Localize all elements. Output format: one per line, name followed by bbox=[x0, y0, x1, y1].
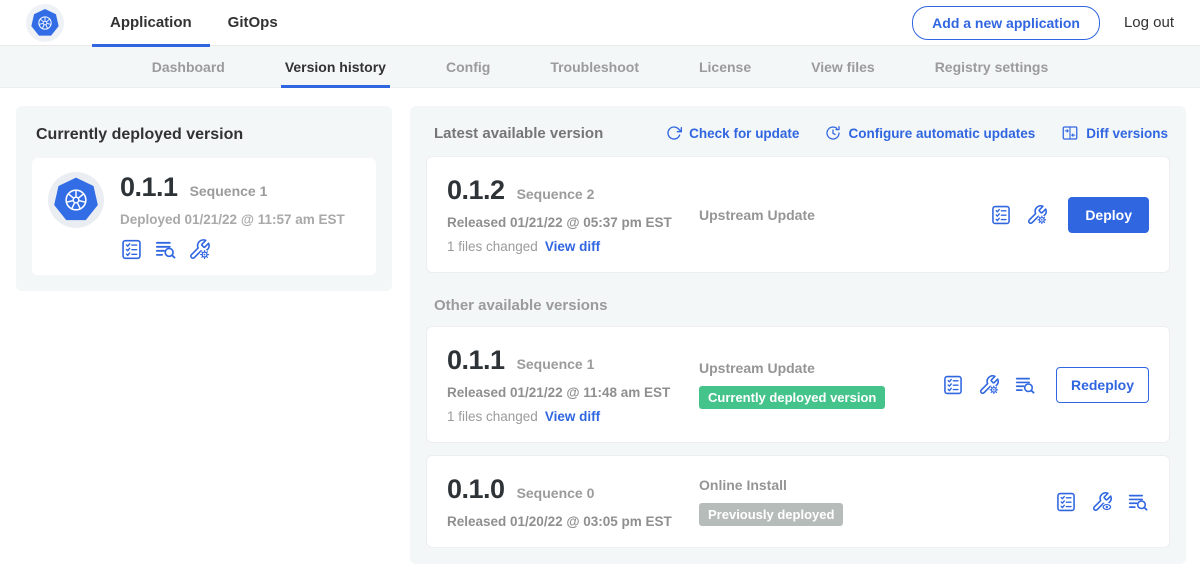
deployed-version-card: 0.1.1 Sequence 1 Deployed 01/21/22 @ 11:… bbox=[32, 158, 376, 275]
deploy-logs-icon[interactable] bbox=[1127, 491, 1149, 513]
kubernetes-logo bbox=[26, 4, 64, 42]
sequence-label: Sequence 0 bbox=[517, 485, 595, 501]
redeploy-button[interactable]: Redeploy bbox=[1056, 367, 1149, 403]
files-changed-label: 1 files changed bbox=[447, 409, 538, 424]
deployed-version-number: 0.1.1 bbox=[120, 172, 178, 203]
deploy-logs-icon[interactable] bbox=[154, 238, 177, 261]
view-config-icon[interactable] bbox=[1091, 491, 1113, 513]
release-notes-icon[interactable] bbox=[942, 374, 964, 396]
version-number: 0.1.1 bbox=[447, 345, 505, 376]
version-row-0-1-0: 0.1.0 Sequence 0 Released 01/20/22 @ 03:… bbox=[426, 455, 1170, 548]
currently-deployed-badge: Currently deployed version bbox=[699, 386, 885, 409]
tab-gitops[interactable]: GitOps bbox=[210, 0, 296, 46]
tab-application-label: Application bbox=[110, 14, 192, 31]
deployed-sequence-label: Sequence 1 bbox=[190, 183, 268, 199]
check-for-update-label: Check for update bbox=[689, 126, 799, 141]
currently-deployed-panel: Currently deployed version 0.1.1 Sequenc… bbox=[16, 106, 392, 291]
version-number: 0.1.2 bbox=[447, 175, 505, 206]
diff-icon bbox=[1061, 124, 1079, 142]
version-history-panel: Latest available version Check for updat… bbox=[410, 106, 1186, 564]
diff-versions-label: Diff versions bbox=[1086, 126, 1168, 141]
released-timestamp: Released 01/21/22 @ 11:48 am EST bbox=[447, 385, 699, 400]
view-diff-link[interactable]: View diff bbox=[545, 239, 600, 254]
top-nav: Application GitOps Add a new application… bbox=[0, 0, 1200, 46]
subtab-config[interactable]: Config bbox=[446, 46, 490, 88]
released-timestamp: Released 01/20/22 @ 03:05 pm EST bbox=[447, 514, 699, 529]
deployed-timestamp: Deployed 01/21/22 @ 11:57 am EST bbox=[120, 212, 345, 227]
view-diff-link[interactable]: View diff bbox=[545, 409, 600, 424]
tab-gitops-label: GitOps bbox=[228, 14, 278, 31]
version-number: 0.1.0 bbox=[447, 474, 505, 505]
diff-versions-link[interactable]: Diff versions bbox=[1061, 124, 1168, 142]
check-for-update-link[interactable]: Check for update bbox=[666, 125, 799, 141]
deploy-button[interactable]: Deploy bbox=[1068, 197, 1149, 233]
version-row-0-1-1: 0.1.1 Sequence 1 Released 01/21/22 @ 11:… bbox=[426, 326, 1170, 443]
app-sub-nav: Dashboard Version history Config Trouble… bbox=[0, 46, 1200, 88]
release-notes-icon[interactable] bbox=[120, 238, 143, 261]
version-source-label: Upstream Update bbox=[699, 360, 942, 376]
deploy-logs-icon[interactable] bbox=[1014, 374, 1036, 396]
kubernetes-app-logo bbox=[48, 172, 104, 228]
release-notes-icon[interactable] bbox=[1055, 491, 1077, 513]
edit-config-icon[interactable] bbox=[1026, 204, 1048, 226]
schedule-update-icon bbox=[825, 125, 841, 141]
tab-application[interactable]: Application bbox=[92, 0, 210, 46]
subtab-version-history[interactable]: Version history bbox=[285, 46, 386, 88]
subtab-license[interactable]: License bbox=[699, 46, 751, 88]
currently-deployed-title: Currently deployed version bbox=[36, 126, 374, 144]
files-changed-label: 1 files changed bbox=[447, 239, 538, 254]
version-row-0-1-2: 0.1.2 Sequence 2 Released 01/21/22 @ 05:… bbox=[426, 156, 1170, 273]
edit-config-icon[interactable] bbox=[188, 238, 211, 261]
subtab-troubleshoot[interactable]: Troubleshoot bbox=[550, 46, 639, 88]
refresh-icon bbox=[666, 125, 682, 141]
main-content: Currently deployed version 0.1.1 Sequenc… bbox=[0, 88, 1200, 564]
latest-available-title: Latest available version bbox=[434, 125, 603, 142]
logout-button[interactable]: Log out bbox=[1124, 14, 1174, 31]
subtab-dashboard[interactable]: Dashboard bbox=[152, 46, 225, 88]
other-versions-title: Other available versions bbox=[434, 297, 1168, 314]
release-notes-icon[interactable] bbox=[990, 204, 1012, 226]
released-timestamp: Released 01/21/22 @ 05:37 pm EST bbox=[447, 215, 699, 230]
subtab-registry-settings[interactable]: Registry settings bbox=[935, 46, 1049, 88]
version-source-label: Upstream Update bbox=[699, 207, 990, 223]
configure-automatic-updates-link[interactable]: Configure automatic updates bbox=[825, 125, 1035, 141]
edit-config-icon[interactable] bbox=[978, 374, 1000, 396]
configure-automatic-updates-label: Configure automatic updates bbox=[848, 126, 1035, 141]
subtab-view-files[interactable]: View files bbox=[811, 46, 875, 88]
sequence-label: Sequence 2 bbox=[517, 186, 595, 202]
version-source-label: Online Install bbox=[699, 477, 1055, 493]
previously-deployed-badge: Previously deployed bbox=[699, 503, 843, 526]
add-application-button[interactable]: Add a new application bbox=[912, 6, 1100, 40]
sequence-label: Sequence 1 bbox=[517, 356, 595, 372]
